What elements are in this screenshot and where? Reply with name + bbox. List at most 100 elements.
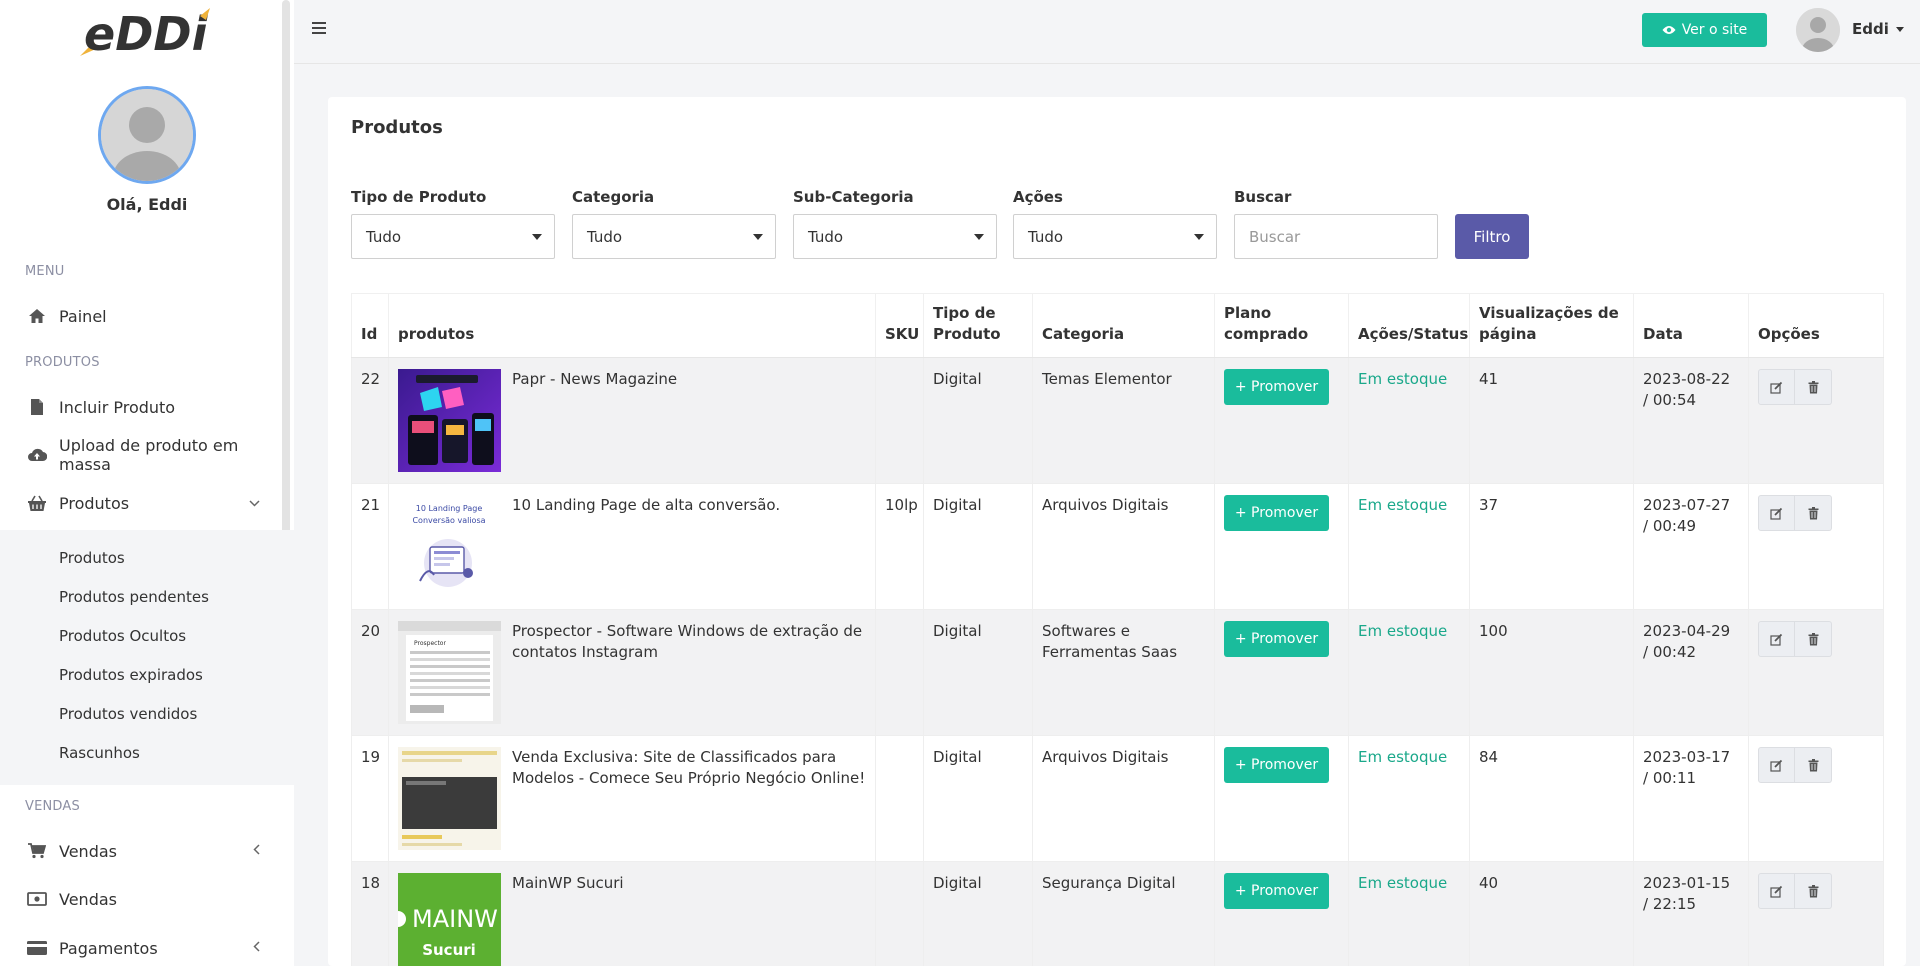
header-plano[interactable]: Plano comprado xyxy=(1214,293,1349,358)
categoria-label: Categoria xyxy=(572,188,655,206)
sidebar-item-upload-massa[interactable]: Upload de produto em massa xyxy=(0,435,290,475)
categoria-select[interactable]: Tudo xyxy=(572,214,776,259)
promote-button[interactable]: + Promover xyxy=(1224,747,1329,783)
hamburger-menu-icon[interactable] xyxy=(312,22,326,36)
product-thumbnail[interactable]: 10 Landing Page Conversão valiosa xyxy=(398,495,501,598)
delete-button[interactable] xyxy=(1795,873,1832,909)
product-name[interactable]: MainWP Sucuri xyxy=(512,873,624,966)
cell-status: Em estoque xyxy=(1348,861,1470,966)
cell-views: 84 xyxy=(1469,735,1634,862)
product-thumbnail[interactable]: MAINW Sucuri xyxy=(398,873,501,966)
page-title: Produtos xyxy=(351,117,443,138)
cell-tipo: Digital xyxy=(923,861,1033,966)
cell-options xyxy=(1748,357,1884,484)
eddi-logo[interactable]: eDDi xyxy=(76,6,211,58)
delete-button[interactable] xyxy=(1795,747,1832,783)
product-thumbnail[interactable] xyxy=(398,747,501,850)
submenu-item-produtos-ocultos[interactable]: Produtos Ocultos xyxy=(59,627,186,645)
product-name[interactable]: 10 Landing Page de alta conversão. xyxy=(512,495,780,598)
acoes-select[interactable]: Tudo xyxy=(1013,214,1217,259)
header-id[interactable]: Id xyxy=(351,293,389,358)
user-avatar[interactable] xyxy=(1796,8,1840,52)
cell-product: MAINW Sucuri MainWP Sucuri xyxy=(388,861,876,966)
product-thumbnail[interactable] xyxy=(398,369,501,472)
status-text: Em estoque xyxy=(1358,622,1448,640)
status-text: Em estoque xyxy=(1358,748,1448,766)
sidebar-item-vendas[interactable]: Vendas xyxy=(0,879,290,919)
ver-site-button[interactable]: Ver o site xyxy=(1642,13,1767,47)
profile-avatar xyxy=(98,86,196,184)
delete-button[interactable] xyxy=(1795,369,1832,405)
submenu-item-rascunhos[interactable]: Rascunhos xyxy=(59,744,140,762)
money-icon xyxy=(27,889,47,909)
edit-button[interactable] xyxy=(1758,747,1795,783)
cell-views: 100 xyxy=(1469,609,1634,736)
delete-button[interactable] xyxy=(1795,621,1832,657)
header-data[interactable]: Data xyxy=(1633,293,1749,358)
promote-button[interactable]: + Promover xyxy=(1224,621,1329,657)
header-tipo[interactable]: Tipo de Produto xyxy=(923,293,1033,358)
header-categoria[interactable]: Categoria xyxy=(1032,293,1215,358)
filter-button[interactable]: Filtro xyxy=(1455,214,1529,259)
file-icon xyxy=(27,397,47,417)
cell-options xyxy=(1748,609,1884,736)
promote-button[interactable]: + Promover xyxy=(1224,873,1329,909)
submenu-item-produtos-expirados[interactable]: Produtos expirados xyxy=(59,666,203,684)
edit-button[interactable] xyxy=(1758,369,1795,405)
products-card: Produtos Tipo de Produto Tudo Categoria … xyxy=(328,97,1906,966)
submenu-item-produtos[interactable]: Produtos xyxy=(59,549,125,567)
cell-sku xyxy=(875,735,924,862)
cell-sku: 10lp xyxy=(875,483,924,610)
edit-icon xyxy=(1770,759,1783,772)
sidebar-item-vendas-group[interactable]: Vendas xyxy=(0,831,290,871)
subcategoria-select[interactable]: Tudo xyxy=(793,214,997,259)
promote-button[interactable]: + Promover xyxy=(1224,369,1329,405)
trash-icon xyxy=(1808,632,1818,645)
select-value: Tudo xyxy=(808,227,844,246)
table-row: 18 MAINW Sucuri MainWP Sucuri Digital Se… xyxy=(351,861,1884,966)
header-sku[interactable]: SKU xyxy=(875,293,924,358)
cell-sku xyxy=(875,861,924,966)
submenu-item-produtos-vendidos[interactable]: Produtos vendidos xyxy=(59,705,197,723)
cell-status: Em estoque xyxy=(1348,357,1470,484)
sidebar-item-produtos[interactable]: Produtos xyxy=(0,483,290,523)
product-thumbnail[interactable]: Prospector xyxy=(398,621,501,724)
chevron-down-icon xyxy=(249,496,260,511)
delete-button[interactable] xyxy=(1795,495,1832,531)
home-icon xyxy=(27,306,47,326)
submenu-item-produtos-pendentes[interactable]: Produtos pendentes xyxy=(59,588,209,606)
trash-icon xyxy=(1808,506,1818,519)
edit-button[interactable] xyxy=(1758,621,1795,657)
product-name[interactable]: Papr - News Magazine xyxy=(512,369,677,472)
sidebar-item-painel[interactable]: Painel xyxy=(0,296,290,336)
edit-icon xyxy=(1770,381,1783,394)
header-acoes-status[interactable]: Ações/Status xyxy=(1348,293,1470,358)
header-produtos[interactable]: produtos xyxy=(388,293,876,358)
caret-down-icon xyxy=(532,234,542,240)
cell-id: 18 xyxy=(351,861,389,966)
search-input[interactable] xyxy=(1234,214,1438,259)
user-menu[interactable]: Eddi xyxy=(1852,20,1905,38)
cell-options xyxy=(1748,861,1884,966)
product-name[interactable]: Prospector - Software Windows de extraçã… xyxy=(512,621,866,724)
top-bar: Ver o site Eddi xyxy=(294,0,1920,64)
cell-views: 41 xyxy=(1469,357,1634,484)
sidebar-item-incluir-produto[interactable]: Incluir Produto xyxy=(0,387,290,427)
tipo-produto-select[interactable]: Tudo xyxy=(351,214,555,259)
cell-status: Em estoque xyxy=(1348,483,1470,610)
promote-button[interactable]: + Promover xyxy=(1224,495,1329,531)
greeting: Olá, Eddi xyxy=(106,195,188,214)
cell-tipo: Digital xyxy=(923,357,1033,484)
sidebar-item-pagamentos[interactable]: Pagamentos xyxy=(0,928,290,966)
edit-button[interactable] xyxy=(1758,495,1795,531)
eye-icon xyxy=(1662,26,1676,34)
thumb-text: MAINW xyxy=(412,905,498,933)
sidebar-item-label: Upload de produto em massa xyxy=(59,436,239,474)
header-visualizacoes[interactable]: Visualizações de página xyxy=(1469,293,1634,358)
cell-date: 2023-03-17 / 00:11 xyxy=(1633,735,1749,862)
vendas-header: VENDAS xyxy=(25,799,80,814)
cell-id: 19 xyxy=(351,735,389,862)
product-name[interactable]: Venda Exclusiva: Site de Classificados p… xyxy=(512,747,866,850)
table-row: 19 Venda Exclusiva: Site de Classificado… xyxy=(351,735,1884,862)
edit-button[interactable] xyxy=(1758,873,1795,909)
